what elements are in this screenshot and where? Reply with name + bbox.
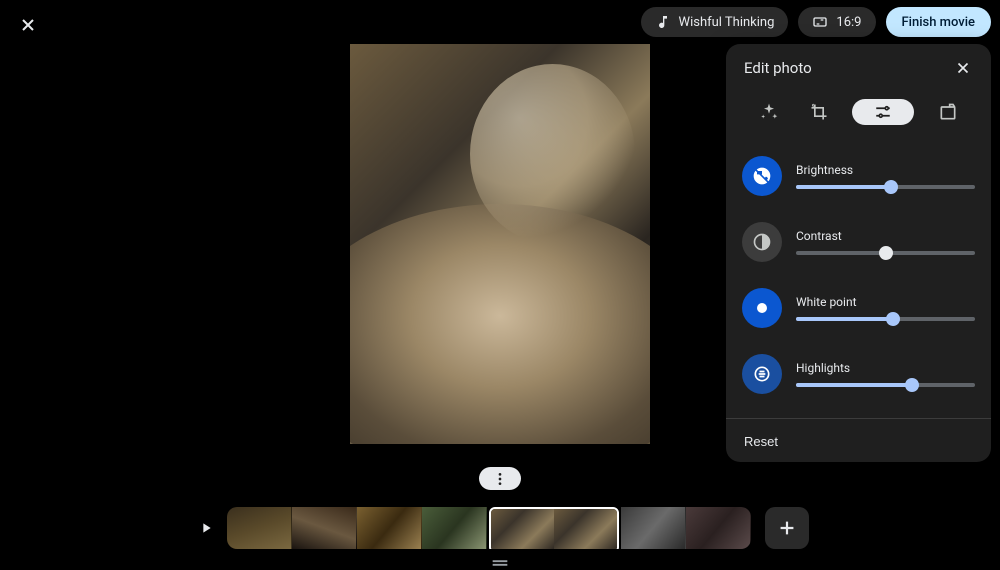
brightness-icon-wrap[interactable] bbox=[742, 156, 782, 196]
brightness-slider[interactable] bbox=[796, 185, 975, 189]
music-pill[interactable]: Wishful Thinking bbox=[641, 7, 789, 37]
contrast-slider[interactable] bbox=[796, 251, 975, 255]
contrast-icon-wrap[interactable] bbox=[742, 222, 782, 262]
highlights-thumb[interactable] bbox=[905, 378, 919, 392]
brightness-label: Brightness bbox=[796, 163, 975, 177]
timeline-clip[interactable] bbox=[422, 507, 487, 549]
whitepoint-icon bbox=[752, 298, 772, 318]
timeline-clip[interactable] bbox=[292, 507, 357, 549]
contrast-label: Contrast bbox=[796, 229, 975, 243]
play-button[interactable] bbox=[191, 513, 221, 543]
highlights-label: Highlights bbox=[796, 361, 975, 375]
tune-icon bbox=[874, 103, 892, 121]
tab-enhance[interactable] bbox=[753, 96, 785, 128]
contrast-thumb[interactable] bbox=[879, 246, 893, 260]
highlights-slider[interactable] bbox=[796, 383, 975, 387]
highlights-icon bbox=[752, 364, 772, 384]
timeline bbox=[0, 500, 1000, 555]
whitepoint-icon-wrap[interactable] bbox=[742, 288, 782, 328]
aspect-ratio-icon bbox=[812, 14, 828, 30]
whitepoint-slider[interactable] bbox=[796, 317, 975, 321]
aspect-ratio-pill[interactable]: 16:9 bbox=[798, 7, 875, 37]
whitepoint-label: White point bbox=[796, 295, 975, 309]
whitepoint-thumb[interactable] bbox=[886, 312, 900, 326]
crop-rotate-icon bbox=[809, 102, 829, 122]
close-button[interactable] bbox=[12, 9, 44, 41]
drag-handle[interactable] bbox=[489, 558, 511, 568]
aspect-ratio-label: 16:9 bbox=[836, 15, 861, 30]
add-clip-button[interactable] bbox=[765, 507, 809, 549]
finish-movie-button[interactable]: Finish movie bbox=[886, 7, 992, 37]
tab-adjust[interactable] bbox=[852, 99, 914, 125]
close-icon bbox=[954, 59, 972, 77]
control-brightness: Brightness bbox=[742, 148, 975, 214]
panel-close-button[interactable] bbox=[953, 58, 973, 78]
panel-title: Edit photo bbox=[744, 59, 812, 77]
tab-crop[interactable] bbox=[803, 96, 835, 128]
highlights-icon-wrap[interactable] bbox=[742, 354, 782, 394]
tab-filters[interactable] bbox=[932, 96, 964, 128]
timeline-clip[interactable] bbox=[621, 507, 686, 549]
reset-label: Reset bbox=[744, 434, 778, 449]
brightness-thumb[interactable] bbox=[884, 180, 898, 194]
control-white-point: White point bbox=[742, 280, 975, 346]
reset-button[interactable]: Reset bbox=[744, 434, 778, 449]
control-contrast: Contrast bbox=[742, 214, 975, 280]
edit-photo-panel: Edit photo Brightness bbox=[726, 44, 991, 462]
close-icon bbox=[18, 15, 38, 35]
plus-icon bbox=[776, 517, 798, 539]
drag-handle-icon bbox=[489, 558, 511, 568]
exposure-icon bbox=[752, 166, 772, 186]
timeline-clip[interactable] bbox=[686, 507, 751, 549]
preview-photo[interactable] bbox=[350, 44, 650, 444]
timeline-clip[interactable] bbox=[227, 507, 292, 549]
music-note-icon bbox=[655, 14, 671, 30]
filter-frames-icon bbox=[938, 102, 958, 122]
adjust-controls: Brightness Contrast bbox=[726, 144, 991, 418]
more-vert-icon bbox=[492, 471, 508, 487]
music-label: Wishful Thinking bbox=[679, 15, 775, 30]
sparkle-icon bbox=[759, 102, 779, 122]
timeline-clip-selected[interactable] bbox=[489, 507, 619, 549]
contrast-icon bbox=[752, 232, 772, 252]
play-icon bbox=[198, 520, 214, 536]
finish-movie-label: Finish movie bbox=[902, 15, 976, 30]
timeline-clip[interactable] bbox=[357, 507, 422, 549]
more-options-button[interactable] bbox=[479, 467, 521, 490]
control-highlights: Highlights bbox=[742, 346, 975, 412]
